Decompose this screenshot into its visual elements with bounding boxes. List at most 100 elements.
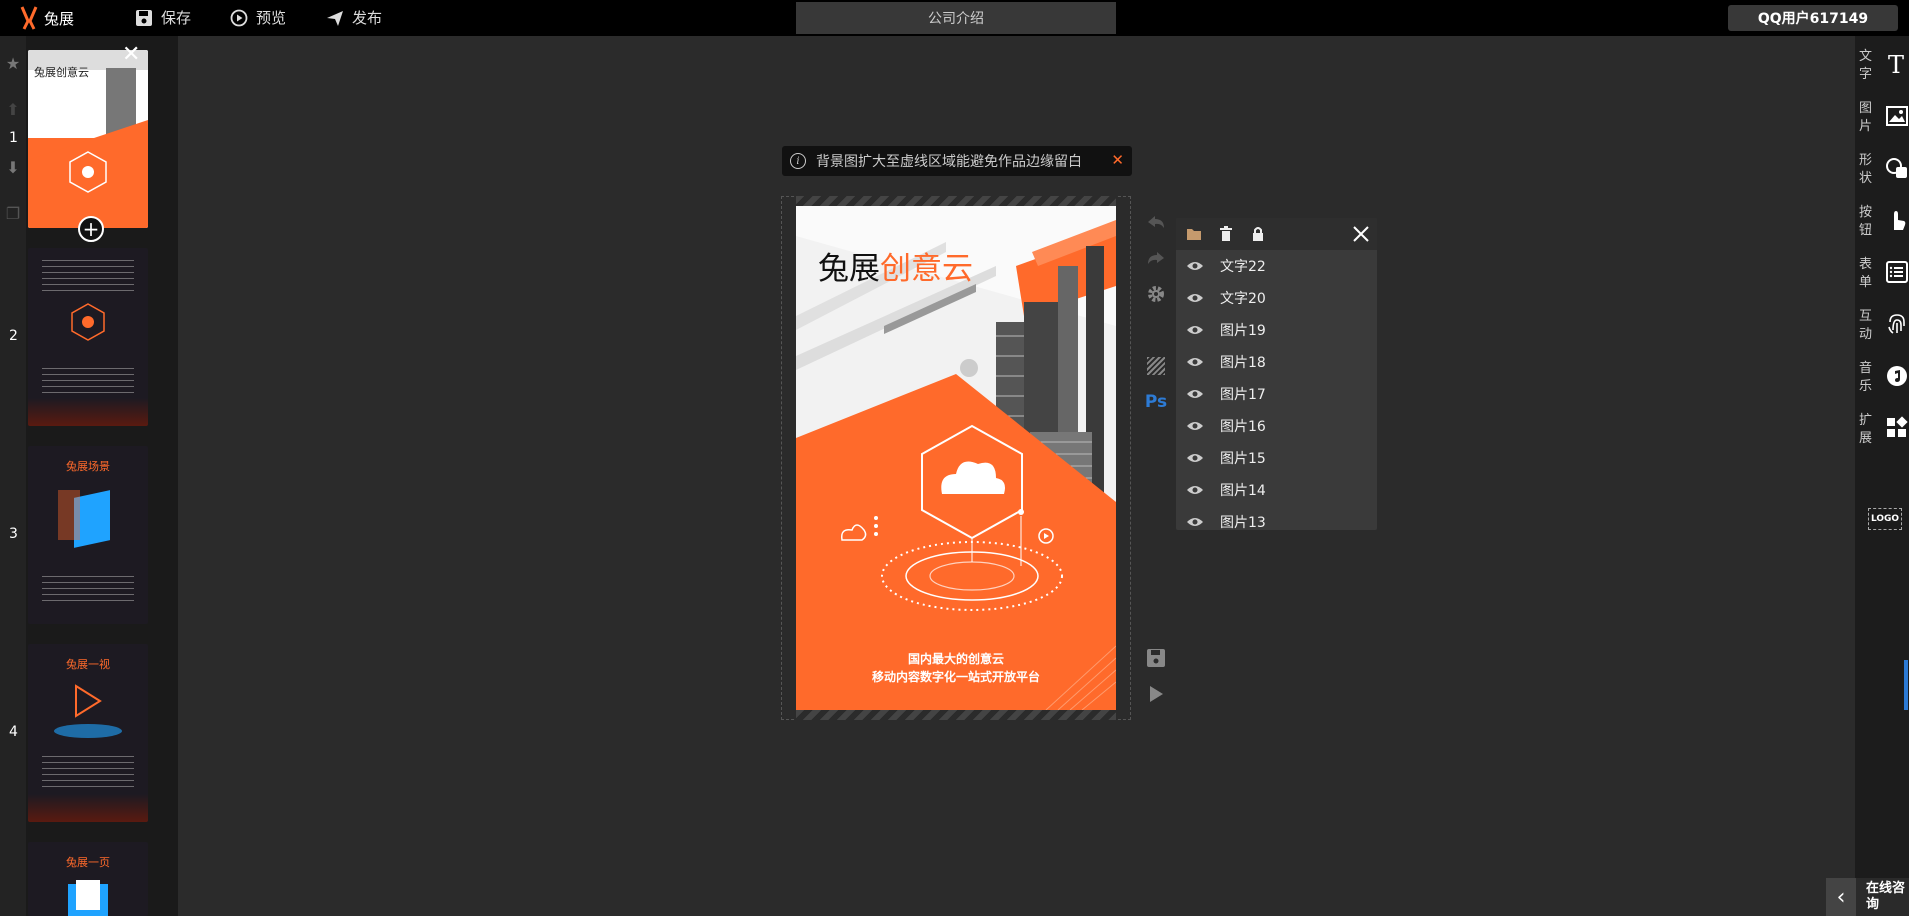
layer-name: 文字20 [1220, 291, 1266, 307]
save-page-icon[interactable] [1144, 646, 1168, 670]
eye-icon[interactable] [1186, 388, 1204, 400]
folder-icon[interactable] [1186, 226, 1202, 242]
canvas-tagline-2[interactable]: 移动内容数字化一站式开放平台 [796, 668, 1116, 685]
chevron-left-icon[interactable]: ‹ [1826, 878, 1856, 916]
page-thumbnail-1[interactable]: 兔展创意云 [28, 50, 148, 228]
brand-name: 兔展 [44, 9, 75, 28]
extend-icon [1885, 416, 1909, 440]
layer-name: 图片15 [1220, 451, 1266, 467]
background-pattern-icon[interactable] [1144, 354, 1168, 378]
layer-row[interactable]: 图片19 [1176, 314, 1377, 346]
eye-icon[interactable] [1186, 356, 1204, 368]
toolbar-item-label: 表单 [1859, 257, 1873, 290]
toolbar-item-music[interactable]: 音乐 [1859, 356, 1909, 400]
side-scroll-indicator [1904, 660, 1908, 710]
brand-logo[interactable]: 兔展 [18, 5, 74, 31]
add-page-button[interactable]: + [78, 216, 104, 242]
user-account[interactable]: QQ用户617149 [1728, 5, 1898, 31]
play-preview-icon[interactable] [1144, 682, 1168, 706]
layer-name: 图片17 [1220, 387, 1266, 403]
toolbar-item-label: 音乐 [1859, 361, 1873, 394]
delete-page-icon[interactable]: ✕ [122, 44, 140, 66]
page-title-input[interactable]: 公司介绍 [796, 2, 1116, 34]
toolbar-item-extend[interactable]: 扩展 [1859, 408, 1909, 452]
layer-row[interactable]: 图片14 [1176, 474, 1377, 506]
thumb-title: 兔展创意云 [34, 66, 89, 79]
page-number: 1 [9, 130, 18, 146]
toolbar-item-label: 互动 [1859, 309, 1873, 342]
layer-row[interactable]: 文字20 [1176, 282, 1377, 314]
lock-icon[interactable] [1250, 226, 1266, 242]
redo-icon[interactable] [1144, 246, 1168, 270]
layer-row[interactable]: 图片18 [1176, 346, 1377, 378]
info-icon: i [790, 153, 806, 169]
photoshop-import-icon[interactable]: Ps [1144, 390, 1168, 414]
fingerprint-icon [1885, 312, 1909, 336]
online-consult-button[interactable]: ‹ 在线咨询 [1826, 878, 1909, 916]
page-thumbnail-5[interactable]: 兔展一页 [28, 842, 148, 916]
eye-icon[interactable] [1186, 324, 1204, 336]
layer-name: 图片14 [1220, 483, 1266, 499]
toolbar-item-image[interactable]: 图片 [1859, 96, 1909, 140]
save-icon [136, 9, 152, 26]
preview-button[interactable]: 预览 [230, 7, 286, 28]
layers-panel: 文字22 文字20 图片19 图片18 图片17 图片16 图片15 图片14 图片13 [1176, 218, 1377, 530]
toolbar-item-button[interactable]: 按钮 [1859, 200, 1909, 244]
eye-icon[interactable] [1186, 452, 1204, 464]
trash-icon[interactable] [1218, 226, 1234, 242]
thumb-title: 兔展一页 [66, 856, 110, 869]
layer-name: 图片16 [1220, 419, 1266, 435]
layer-name: 图片18 [1220, 355, 1266, 371]
hexagon-cloud-icon [69, 151, 107, 193]
move-up-icon[interactable]: ⬆ [4, 100, 22, 119]
eye-icon[interactable] [1186, 516, 1204, 528]
canvas-heading[interactable]: 兔展创意云 [818, 254, 973, 285]
page-number: 2 [9, 328, 18, 344]
toolbar-item-label: 形状 [1859, 153, 1873, 186]
thumb-title: 兔展场景 [66, 460, 110, 473]
preview-label: 预览 [256, 9, 287, 27]
page-number: 3 [9, 526, 18, 542]
play-icon [75, 684, 102, 718]
close-icon[interactable] [1352, 225, 1370, 243]
toolbar-item-text[interactable]: 文字 T [1859, 44, 1909, 88]
settings-gear-icon[interactable] [1144, 282, 1168, 306]
heading-orange-text: 创意云 [880, 251, 973, 287]
editor-canvas[interactable]: 兔展创意云 国内最大的创意云 移动内容数字化一站式开放平台 [796, 206, 1116, 710]
undo-icon[interactable] [1144, 210, 1168, 234]
bleed-stripes-bottom [796, 710, 1116, 720]
form-icon [1885, 260, 1909, 284]
layer-row[interactable]: 图片17 [1176, 378, 1377, 410]
preview-icon [230, 9, 248, 26]
page-thumbnail-3[interactable]: 兔展场景 [28, 446, 148, 624]
toolbar-item-shape[interactable]: 形状 [1859, 148, 1909, 192]
save-button[interactable]: 保存 [135, 7, 191, 28]
copy-page-icon[interactable]: ❐ [4, 204, 22, 223]
eye-icon[interactable] [1186, 292, 1204, 304]
bleed-stripes-top [796, 196, 1116, 206]
save-label: 保存 [161, 9, 192, 27]
music-icon [1885, 364, 1909, 388]
page-thumbnail-4[interactable]: 兔展一视 [28, 644, 148, 822]
move-down-icon[interactable]: ⬇ [4, 158, 22, 177]
canvas-tagline-1[interactable]: 国内最大的创意云 [796, 650, 1116, 667]
toolbar-item-label: 扩展 [1859, 413, 1873, 446]
layers-panel-header [1176, 218, 1377, 250]
publish-button[interactable]: 发布 [326, 7, 382, 28]
eye-icon[interactable] [1186, 484, 1204, 496]
hexagon-cloud-icon [71, 303, 105, 341]
eye-icon[interactable] [1186, 260, 1204, 272]
layer-row[interactable]: 图片13 [1176, 506, 1377, 530]
toolbar-item-fingerprint[interactable]: 互动 [1859, 304, 1909, 348]
eye-icon[interactable] [1186, 420, 1204, 432]
layer-row[interactable]: 图片15 [1176, 442, 1377, 474]
page-thumbnail-2[interactable] [28, 248, 148, 426]
layer-row[interactable]: 图片16 [1176, 410, 1377, 442]
consult-label: 在线咨询 [1866, 881, 1906, 912]
toolbar-item-form[interactable]: 表单 [1859, 252, 1909, 296]
heading-black-text: 兔展 [818, 251, 880, 287]
layer-row[interactable]: 文字22 [1176, 250, 1377, 282]
star-icon[interactable]: ★ [4, 54, 22, 73]
close-icon[interactable]: ✕ [1111, 151, 1124, 169]
logo-widget-button[interactable]: LOGO [1868, 508, 1902, 530]
